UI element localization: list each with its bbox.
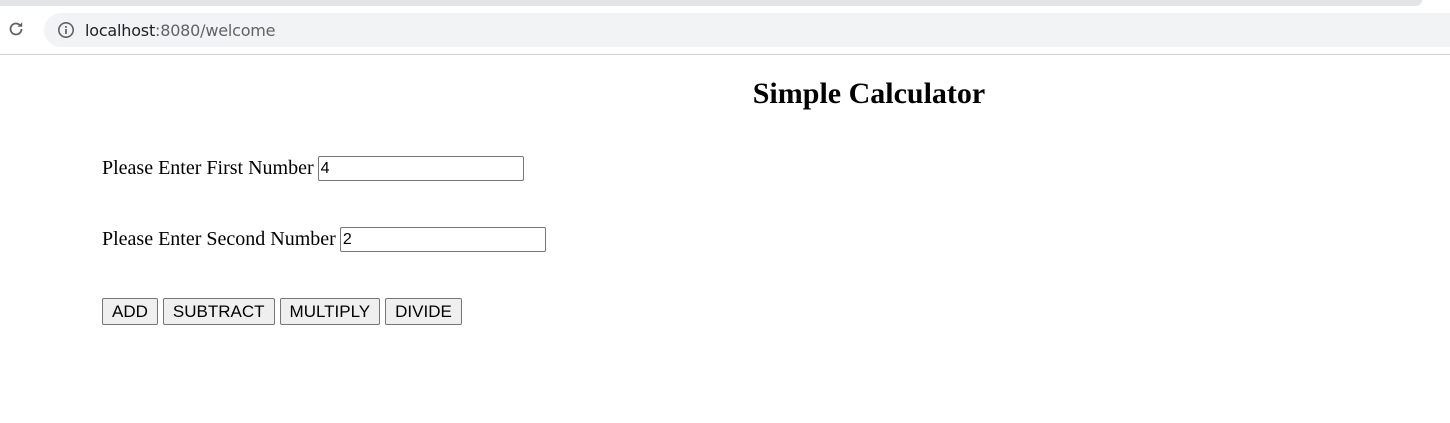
second-number-row: Please Enter Second Number bbox=[102, 227, 546, 252]
subtract-button[interactable]: SUBTRACT bbox=[162, 298, 275, 325]
operation-buttons: ADD SUBTRACT MULTIPLY DIVIDE bbox=[102, 298, 462, 325]
page-content: Simple Calculator Please Enter First Num… bbox=[0, 55, 1450, 423]
first-number-row: Please Enter First Number bbox=[102, 156, 524, 181]
url-path: :8080/welcome bbox=[155, 20, 276, 40]
reload-button[interactable] bbox=[5, 18, 27, 40]
second-number-label: Please Enter Second Number bbox=[102, 228, 336, 250]
reload-icon bbox=[9, 22, 23, 36]
browser-toolbar: localhost:8080/welcome bbox=[0, 0, 1450, 55]
first-number-label: Please Enter First Number bbox=[102, 157, 314, 179]
page-title: Simple Calculator bbox=[752, 77, 986, 110]
url-host: localhost bbox=[85, 20, 156, 40]
divide-button[interactable]: DIVIDE bbox=[385, 298, 462, 325]
tab-strip bbox=[0, 0, 1422, 6]
add-button[interactable]: ADD bbox=[102, 298, 158, 325]
url-text[interactable]: localhost:8080/welcome bbox=[85, 20, 276, 40]
second-number-input[interactable] bbox=[339, 227, 546, 252]
info-icon[interactable] bbox=[57, 21, 75, 39]
address-bar[interactable]: localhost:8080/welcome bbox=[44, 13, 1450, 47]
multiply-button[interactable]: MULTIPLY bbox=[279, 298, 381, 325]
first-number-input[interactable] bbox=[317, 156, 524, 181]
